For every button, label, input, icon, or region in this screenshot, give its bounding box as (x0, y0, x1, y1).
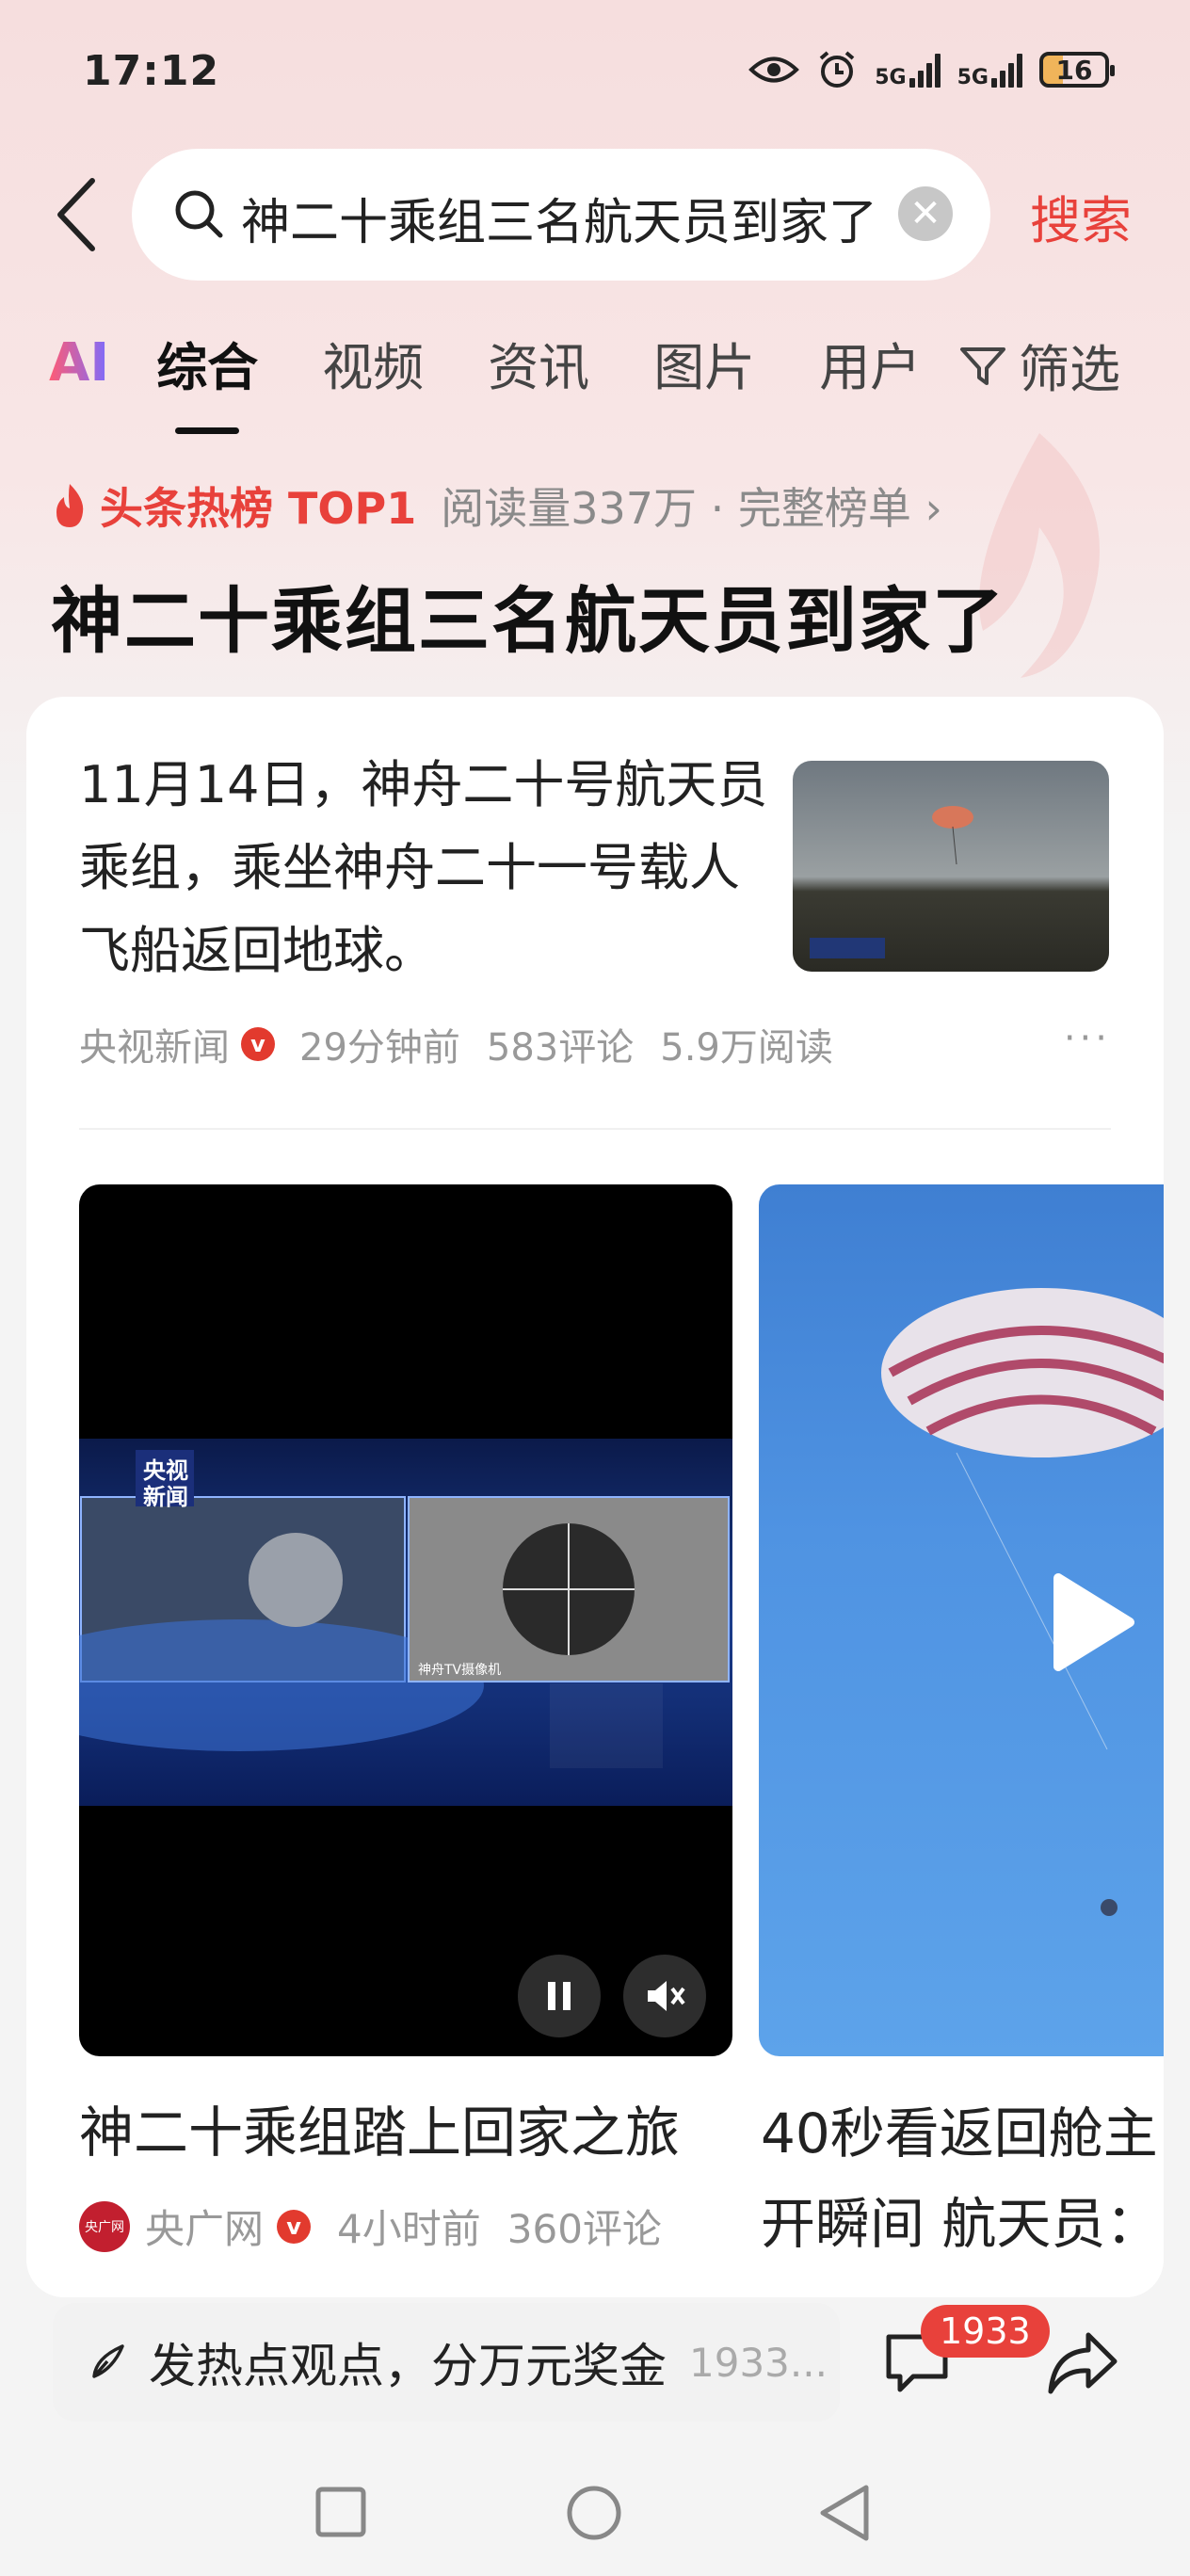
play-icon[interactable] (1051, 1570, 1137, 1674)
search-icon (175, 190, 223, 238)
recents-icon[interactable] (314, 2486, 367, 2538)
video-source-1[interactable]: 央广网 (145, 2198, 264, 2255)
verified-badge: v (241, 1027, 275, 1061)
search-input[interactable]: 神二十乘组三名航天员到家了 ✕ (132, 149, 990, 281)
more-options-icon[interactable]: ··· (1064, 1017, 1111, 1060)
broadcaster-logo: 央视 新闻 (143, 1457, 188, 1510)
video-player-2[interactable] (759, 1184, 1164, 2056)
pause-button[interactable] (518, 1955, 601, 2037)
article-comments: 583评论 (486, 1026, 635, 1070)
eye-icon (748, 56, 800, 83)
comment-input[interactable]: 发热点观点，分万元奖金 1933... (53, 2303, 840, 2422)
battery-level: 16 (1055, 54, 1093, 86)
status-time: 17:12 (83, 47, 220, 95)
result-card: 11月14日，神舟二十号航天员乘组，乘坐神舟二十一号载人飞船返回地球。 央视新闻… (26, 697, 1164, 2297)
share-icon[interactable] (1045, 2327, 1120, 2399)
source-avatar: 央广网 (79, 2200, 130, 2252)
comment-prompt: 发热点观点，分万元奖金 (149, 2339, 667, 2393)
flame-icon (56, 484, 84, 527)
home-icon[interactable] (565, 2484, 623, 2542)
mute-icon (648, 1981, 685, 2011)
video-meta-1: 央广网 央广网 v 4小时前 360评论 (79, 2198, 662, 2255)
back-nav-icon[interactable] (817, 2484, 872, 2542)
topic-headline: 神二十乘组三名航天员到家了 (51, 579, 1005, 663)
divider (79, 1128, 1111, 1130)
video-comments-1: 360评论 (507, 2206, 662, 2252)
article-meta: 央视新闻 v 29分钟前 583评论 5.9万阅读 (79, 1017, 833, 1071)
video-time-1: 4小时前 (337, 2206, 481, 2252)
filter-icon (960, 346, 1005, 385)
hot-rank-meta[interactable]: 阅读量337万 · 完整榜单 › (441, 475, 942, 537)
pause-icon (548, 1982, 571, 2010)
hot-rank-title: 头条热榜 TOP1 (100, 483, 417, 534)
filter-label: 筛选 (1019, 340, 1120, 399)
system-nav-bar (0, 2439, 1190, 2576)
tab-video[interactable]: 视频 (322, 326, 424, 400)
video-player-1[interactable]: 央视 新闻 神舟TV摄像机 (79, 1184, 732, 2056)
mute-button[interactable] (623, 1955, 706, 2037)
tab-ai[interactable]: AI (49, 332, 109, 394)
tab-users[interactable]: 用户 (819, 326, 921, 400)
search-button[interactable]: 搜索 (1030, 179, 1132, 253)
video-title-2[interactable]: 40秒看返回舱主开瞬间 航天员： (761, 2088, 1164, 2269)
article-source[interactable]: 央视新闻 (79, 1017, 230, 1071)
search-query[interactable]: 神二十乘组三名航天员到家了 (241, 183, 891, 253)
tab-news[interactable]: 资讯 (488, 326, 589, 400)
comment-count-hint: 1933... (689, 2339, 828, 2386)
back-arrow-icon[interactable] (49, 175, 105, 254)
article-reads: 5.9万阅读 (660, 1026, 833, 1070)
filter-button[interactable]: 筛选 (958, 328, 1120, 402)
hot-rank-banner[interactable]: 头条热榜 TOP1 阅读量337万 · 完整榜单 › (51, 475, 942, 537)
pen-icon (92, 2344, 124, 2378)
source-avatar-text: 央广网 (85, 2219, 124, 2235)
tab-comprehensive[interactable]: 综合 (156, 326, 258, 434)
battery-icon: 16 (1039, 52, 1115, 88)
tab-bar: AI 综合 视频 资讯 图片 用户 (49, 326, 985, 434)
camera-label: 神舟TV摄像机 (418, 1663, 502, 1678)
article-thumbnail[interactable] (793, 761, 1109, 972)
article-title[interactable]: 11月14日，神舟二十号航天员乘组，乘坐神舟二十一号载人飞船返回地球。 (79, 744, 776, 992)
article-time: 29分钟前 (299, 1026, 460, 1070)
verified-badge: v (277, 2209, 312, 2244)
alarm-icon (819, 51, 855, 88)
signal-5g-1: 5G (875, 52, 941, 89)
clear-icon[interactable]: ✕ (898, 186, 953, 241)
tab-images[interactable]: 图片 (653, 326, 755, 400)
comment-count-badge: 1933 (921, 2305, 1050, 2358)
status-icons: 5G 5G 16 (748, 49, 1115, 90)
signal-5g-2: 5G (957, 52, 1022, 89)
video-title-1[interactable]: 神二十乘组踏上回家之旅 (79, 2088, 680, 2167)
